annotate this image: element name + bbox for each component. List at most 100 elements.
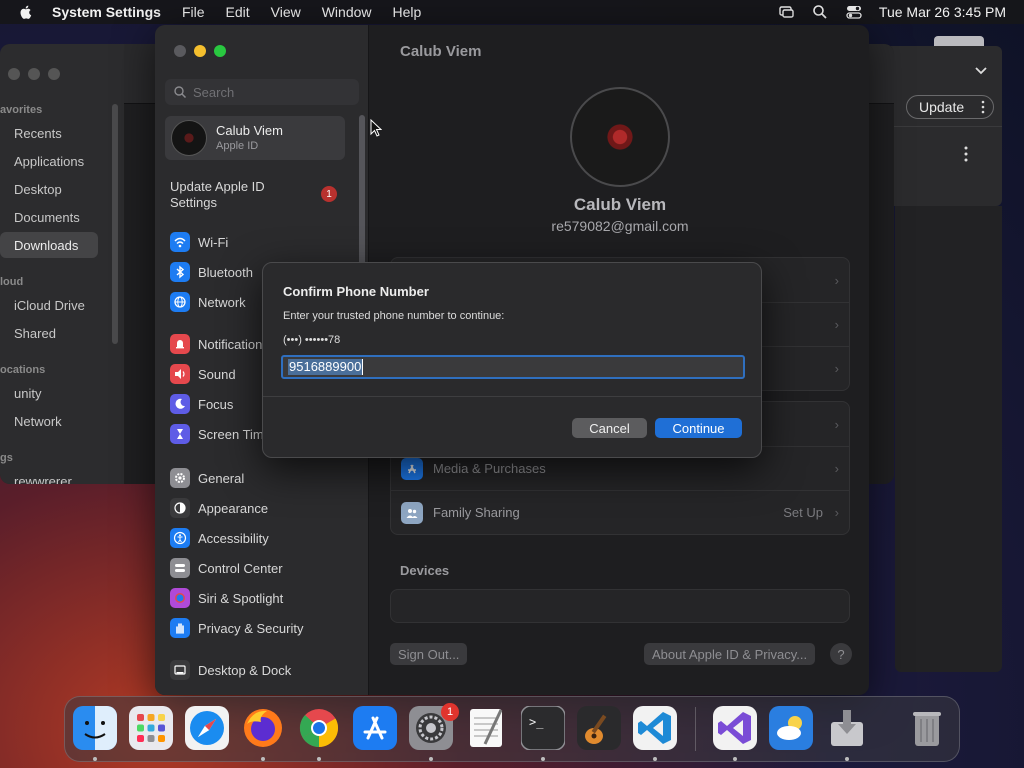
sidebar-item-label: General xyxy=(198,470,245,486)
sidebar-item-label: Network xyxy=(198,294,246,310)
launchpad-icon[interactable] xyxy=(129,706,173,750)
search-placeholder: Search xyxy=(193,84,235,100)
trash-icon[interactable] xyxy=(905,706,949,750)
finder-item-applications[interactable]: Applications xyxy=(14,154,84,169)
sidebar-item-accessibility[interactable]: Accessibility xyxy=(170,527,269,549)
safari-icon[interactable] xyxy=(185,706,229,750)
more-icon[interactable] xyxy=(964,146,968,162)
control-center-icon[interactable] xyxy=(845,3,863,21)
screen-mirroring-icon[interactable] xyxy=(777,3,795,21)
sidebar-item-label: Siri & Spotlight xyxy=(198,590,284,606)
sidebar-item-notifications[interactable]: Notifications xyxy=(170,333,269,355)
cancel-button[interactable]: Cancel xyxy=(572,418,647,438)
sidebar-item-screen-time[interactable]: Screen Time xyxy=(170,423,271,445)
sidebar-item-focus[interactable]: Focus xyxy=(170,393,233,415)
vscode-icon[interactable] xyxy=(633,706,677,750)
bell-icon xyxy=(170,334,190,354)
control-center-icon xyxy=(170,558,190,578)
menu-app-name[interactable]: System Settings xyxy=(52,4,161,20)
sidebar-item-network[interactable]: Network xyxy=(170,291,246,313)
more-icon[interactable] xyxy=(981,100,985,114)
hourglass-icon xyxy=(170,424,190,444)
sidebar-item-label: Appearance xyxy=(198,500,269,516)
family-icon xyxy=(401,501,423,524)
window-controls xyxy=(0,68,60,80)
garageband-icon[interactable] xyxy=(577,706,621,750)
running-indicator xyxy=(733,757,737,761)
chrome-icon[interactable] xyxy=(297,706,341,750)
running-indicator xyxy=(541,757,545,761)
apple-id-account[interactable]: Calub Viem Apple ID xyxy=(165,116,345,160)
sign-out-button[interactable]: Sign Out... xyxy=(390,643,468,665)
menu-edit[interactable]: Edit xyxy=(226,4,250,20)
textedit-icon[interactable] xyxy=(465,706,509,750)
menu-help[interactable]: Help xyxy=(393,4,422,20)
menu-file[interactable]: File xyxy=(182,4,205,20)
sidebar-item-bluetooth[interactable]: Bluetooth xyxy=(170,261,253,283)
dock: 1 >_ xyxy=(64,696,960,762)
sidebar-item-label: Wi-Fi xyxy=(198,234,229,250)
running-indicator xyxy=(653,757,657,761)
family-sharing-row[interactable]: Family Sharing Set Up › xyxy=(391,490,849,534)
menu-view[interactable]: View xyxy=(271,4,301,20)
weather-icon[interactable] xyxy=(769,706,813,750)
search-field[interactable]: Search xyxy=(165,79,359,105)
finder-item-unity[interactable]: unity xyxy=(14,386,41,401)
finder-item-recents[interactable]: Recents xyxy=(14,126,62,141)
finder-item-tag[interactable]: rewwrerer xyxy=(14,474,72,484)
speaker-icon xyxy=(170,364,190,384)
chevron-right-icon: › xyxy=(834,505,839,520)
app-store-icon xyxy=(401,457,423,480)
sidebar-item-label: Screen Time xyxy=(198,426,271,442)
app-store-icon[interactable] xyxy=(353,706,397,750)
settings-badge: 1 xyxy=(441,703,459,721)
finder-section-tags: gs xyxy=(0,452,13,464)
sidebar-item-wi-fi[interactable]: Wi-Fi xyxy=(170,231,228,253)
running-indicator xyxy=(93,757,97,761)
dialog-description: Enter your trusted phone number to conti… xyxy=(283,310,505,322)
terminal-icon[interactable]: >_ xyxy=(521,706,565,750)
spotlight-search-icon[interactable] xyxy=(811,3,829,21)
help-button[interactable]: ? xyxy=(830,643,852,665)
update-apple-id-settings[interactable]: Update Apple ID Settings xyxy=(170,179,300,211)
sidebar-item-control-center[interactable]: Control Center xyxy=(170,557,283,579)
minimize-window-button[interactable] xyxy=(194,45,206,57)
profile-avatar[interactable] xyxy=(570,87,670,187)
finder-item-shared[interactable]: Shared xyxy=(14,326,56,341)
running-indicator xyxy=(845,757,849,761)
about-apple-id-button[interactable]: About Apple ID & Privacy... xyxy=(644,643,816,665)
finder-item-desktop[interactable]: Desktop xyxy=(14,182,62,197)
sidebar-item-desktop-dock[interactable]: Desktop & Dock xyxy=(170,659,291,681)
sidebar-item-privacy-security[interactable]: Privacy & Security xyxy=(170,617,303,639)
sidebar-item-siri-spotlight[interactable]: Siri & Spotlight xyxy=(170,587,283,609)
appearance-icon xyxy=(170,498,190,518)
installer-icon[interactable] xyxy=(825,706,869,750)
sidebar-item-sound[interactable]: Sound xyxy=(170,363,236,385)
close-window-button[interactable] xyxy=(174,45,186,57)
sidebar-item-appearance[interactable]: Appearance xyxy=(170,497,268,519)
devices-panel xyxy=(390,589,850,623)
finder-item-downloads[interactable]: Downloads xyxy=(14,238,78,253)
finder-section-locations: ocations xyxy=(0,364,46,376)
sidebar-item-general[interactable]: General xyxy=(170,467,244,489)
finder-item-network[interactable]: Network xyxy=(14,414,62,429)
hand-icon xyxy=(170,618,190,638)
chevron-down-icon[interactable] xyxy=(974,64,988,78)
apple-logo-icon[interactable] xyxy=(18,4,34,20)
finder-scrollbar[interactable] xyxy=(112,104,118,344)
finder-icon[interactable] xyxy=(73,706,117,750)
family-sharing-label: Family Sharing xyxy=(433,505,520,520)
finder-section-icloud: loud xyxy=(0,276,24,288)
continue-button[interactable]: Continue xyxy=(655,418,742,438)
chevron-right-icon: › xyxy=(834,461,839,476)
finder-item-documents[interactable]: Documents xyxy=(14,210,80,225)
finder-item-icloud-drive[interactable]: iCloud Drive xyxy=(14,298,85,313)
visual-studio-icon[interactable] xyxy=(713,706,757,750)
page-title: Calub Viem xyxy=(400,43,482,60)
zoom-window-button[interactable] xyxy=(214,45,226,57)
firefox-icon[interactable] xyxy=(241,706,285,750)
update-button[interactable]: Update xyxy=(906,95,994,119)
menu-clock[interactable]: Tue Mar 26 3:45 PM xyxy=(879,4,1006,20)
avatar xyxy=(171,120,207,156)
menu-window[interactable]: Window xyxy=(322,4,372,20)
